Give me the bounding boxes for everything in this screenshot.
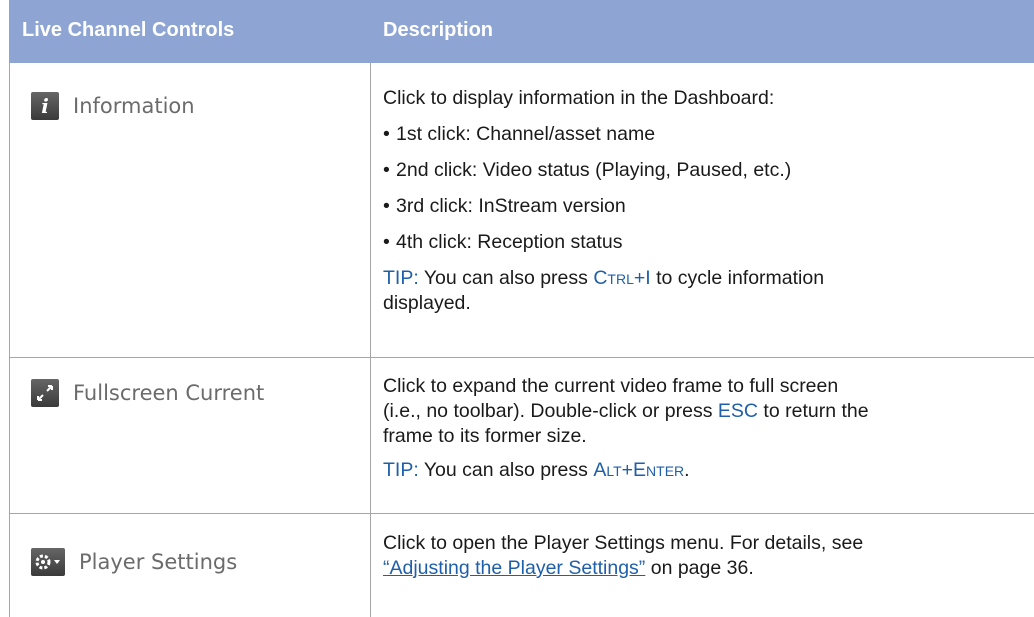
- control-fullscreen-current[interactable]: Fullscreen Current: [31, 379, 264, 407]
- column-divider: [370, 63, 371, 617]
- list-item: 1st click: Channel/asset name: [383, 122, 1023, 147]
- control-label: Player Settings: [79, 550, 238, 574]
- list-item: 3rd click: InStream version: [383, 194, 1023, 219]
- left-border: [9, 63, 10, 617]
- tip-text: TIP: You can also press Alt+Enter.: [383, 458, 1023, 483]
- tip-pre: You can also press: [423, 459, 588, 481]
- controls-table: Live Channel Controls Description i Info…: [9, 0, 1034, 617]
- row-divider: [9, 357, 1034, 358]
- desc-line-post: on page 36.: [650, 557, 754, 579]
- desc-line: frame to its former size.: [383, 425, 587, 447]
- header-description: Description: [383, 19, 494, 41]
- description-player-settings: Click to open the Player Settings menu. …: [383, 531, 1023, 581]
- list-item: 2nd click: Video status (Playing, Paused…: [383, 158, 1023, 183]
- gear-dropdown-icon[interactable]: [31, 548, 65, 576]
- info-icon[interactable]: i: [31, 92, 59, 120]
- tip-post: .: [684, 459, 690, 481]
- shortcut-key: Alt+Enter: [593, 459, 685, 481]
- tip-label: TIP:: [383, 459, 419, 481]
- desc-line: Click to expand the current video frame …: [383, 375, 839, 397]
- desc-intro: Click to display information in the Dash…: [383, 87, 775, 109]
- shortcut-key: Ctrl+I: [593, 267, 651, 289]
- tip-pre: You can also press: [423, 267, 588, 289]
- description-fullscreen-current: Click to expand the current video frame …: [383, 374, 1023, 483]
- tip-continuation: displayed.: [383, 292, 471, 314]
- tip-label: TIP:: [383, 267, 419, 289]
- control-label: Fullscreen Current: [73, 381, 265, 405]
- list-item: 4th click: Reception status: [383, 230, 1023, 255]
- tip-post: to cycle information: [656, 267, 825, 289]
- desc-line: Click to open the Player Settings menu. …: [383, 532, 864, 554]
- fullscreen-icon[interactable]: [31, 379, 59, 407]
- control-information[interactable]: i Information: [31, 92, 195, 120]
- link-adjusting-player-settings[interactable]: “Adjusting the Player Settings”: [383, 557, 645, 579]
- tip-text: TIP: You can also press Ctrl+I to cycle …: [383, 266, 1023, 291]
- desc-line-post: to return the: [763, 400, 869, 422]
- desc-line-pre: (i.e., no toolbar). Double-click or pres…: [383, 400, 713, 422]
- desc-line: (i.e., no toolbar). Double-click or pres…: [383, 399, 1023, 424]
- control-label: Information: [73, 94, 195, 118]
- description-information: Click to display information in the Dash…: [383, 86, 1023, 316]
- desc-line: “Adjusting the Player Settings” on page …: [383, 556, 1023, 581]
- control-player-settings[interactable]: Player Settings: [31, 548, 237, 576]
- header-live-channel-controls: Live Channel Controls: [22, 19, 235, 41]
- row-divider: [9, 513, 1034, 514]
- shortcut-key: ESC: [717, 400, 758, 422]
- table-header: Live Channel Controls Description: [9, 0, 1034, 63]
